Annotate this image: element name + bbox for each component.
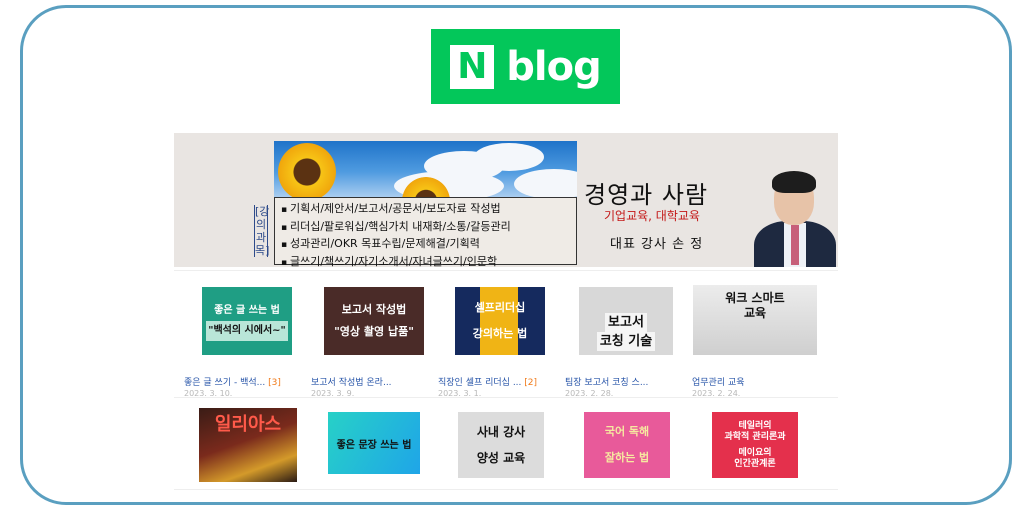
post-caption[interactable]: 직장인 셀프 리더십 ... [2] 2023. 3. 1.: [438, 375, 562, 398]
sunflower-sky-image: [274, 141, 577, 197]
course-item: 글쓰기/책쓰기/자기소개서/자녀글쓰기/인문학: [281, 254, 570, 268]
post-caption[interactable]: 좋은 글 쓰기 - 백석... [3] 2023. 3. 10.: [184, 375, 308, 398]
post-thumbnail[interactable]: 셀프리더십 강의하는 법: [455, 287, 545, 355]
post-date: 2023. 3. 10.: [184, 389, 233, 398]
naver-blog-logo[interactable]: N blog: [431, 29, 620, 104]
post-thumbnail[interactable]: 국어 독해 잘하는 법: [584, 412, 670, 478]
post-date: 2023. 2. 28.: [565, 389, 614, 398]
profile-banner: [강의과목] 기획서/제안서/보고서/공문서/보도자료 작성법 리더십/팔로워십…: [174, 133, 838, 267]
recent-posts-row: 좋은 글 쓰는 법 "백석의 시에서~" 보고서 작성법 "영상 촬영 납품" …: [174, 270, 838, 398]
post-thumbnail[interactable]: 보고서 작성법 "영상 촬영 납품": [324, 287, 424, 355]
comment-count: [3]: [268, 378, 281, 388]
naver-n-icon: N: [450, 44, 495, 89]
post-title[interactable]: 보고서 작성법 온라...: [311, 378, 392, 388]
post-title[interactable]: 직장인 셀프 리더십 ...: [438, 378, 521, 388]
post-date: 2023. 3. 1.: [438, 389, 482, 398]
course-vertical-label: [강의과목]: [254, 205, 270, 257]
post-date: 2023. 2. 24.: [692, 389, 741, 398]
logo-blog-text: blog: [506, 43, 601, 90]
post-caption[interactable]: 보고서 작성법 온라... 2023. 3. 9.: [311, 375, 435, 398]
post-title[interactable]: 팀장 보고서 코칭 스...: [565, 378, 648, 388]
course-item: 리더십/팔로워십/핵심가치 내재화/소통/갈등관리: [281, 219, 570, 237]
more-posts-row: 일리아스 좋은 문장 쓰는 법 사내 강사 양성 교육 국어 독해 잘하는 법 …: [174, 400, 838, 490]
post-thumbnail[interactable]: 사내 강사 양성 교육: [458, 412, 544, 478]
post-date: 2023. 3. 9.: [311, 389, 355, 398]
blog-subtitle: 기업교육, 대학교육: [604, 209, 700, 223]
post-thumbnail[interactable]: 좋은 문장 쓰는 법: [328, 412, 420, 474]
blog-title: 경영과 사람: [584, 181, 709, 209]
course-item: 기획서/제안서/보고서/공문서/보도자료 작성법: [281, 201, 570, 219]
post-caption[interactable]: 팀장 보고서 코칭 스... 2023. 2. 28.: [565, 375, 689, 398]
representative-name: 대표 강사 손 정: [610, 237, 704, 252]
post-thumbnail[interactable]: 워크 스마트 교육: [693, 285, 817, 355]
post-title[interactable]: 업무관리 교육: [692, 378, 745, 388]
post-caption[interactable]: 업무관리 교육 2023. 2. 24.: [692, 375, 816, 398]
post-title[interactable]: 좋은 글 쓰기 - 백석...: [184, 378, 265, 388]
post-thumbnail[interactable]: 일리아스: [199, 408, 297, 482]
post-thumbnail[interactable]: 테일러의 과학적 관리론과 메이요의 인간관계론: [712, 412, 798, 478]
post-thumbnail[interactable]: 좋은 글 쓰는 법 "백석의 시에서~": [202, 287, 292, 355]
post-thumbnail[interactable]: 보고서 코칭 기술: [579, 287, 673, 355]
instructor-portrait: [754, 163, 836, 267]
course-item: 성과관리/OKR 목표수립/문제해결/기획력: [281, 236, 570, 254]
course-list: 기획서/제안서/보고서/공문서/보도자료 작성법 리더십/팔로워십/핵심가치 내…: [274, 197, 577, 268]
comment-count: [2]: [524, 378, 538, 388]
